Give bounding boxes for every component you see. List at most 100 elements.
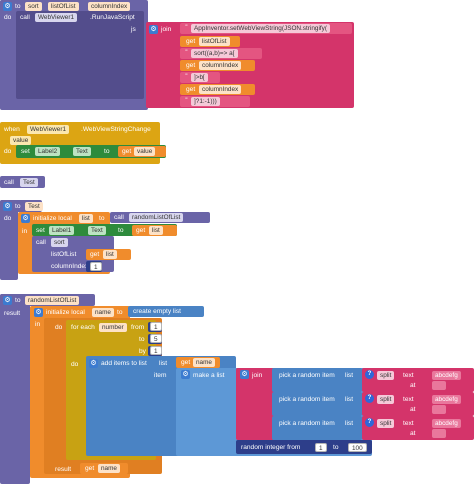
number-field[interactable]: 1 — [90, 262, 102, 271]
procedure-name-field[interactable]: randomListOfList — [25, 296, 80, 305]
gear-icon[interactable]: ⚙ — [181, 370, 190, 379]
procedure-dropdown[interactable]: randomListOfList — [129, 213, 184, 222]
component-dropdown[interactable]: WebViewer1 — [35, 13, 77, 22]
procedure-dropdown[interactable]: Test — [20, 178, 38, 187]
join-label: join — [161, 26, 172, 33]
list-label: list — [159, 360, 168, 367]
number-field[interactable]: 100 — [348, 443, 367, 452]
to-label: to — [15, 203, 21, 210]
at-label: at — [410, 430, 416, 437]
number-field[interactable]: 1 — [150, 322, 162, 331]
do-label: do — [4, 148, 12, 155]
empty-string-field[interactable] — [432, 405, 446, 414]
result-label: result — [4, 310, 21, 317]
get-label: get — [122, 148, 132, 155]
procedure-dropdown[interactable]: sort — [51, 238, 68, 247]
number-field[interactable]: 5 — [150, 334, 162, 343]
loop-var-field[interactable]: number — [99, 323, 127, 332]
to-label: to — [139, 336, 145, 343]
number-field[interactable]: 1 — [150, 346, 162, 355]
number-field[interactable]: 1 — [315, 443, 327, 452]
get-label: get — [186, 38, 196, 45]
set-prop-dropdown[interactable]: Text — [88, 226, 106, 235]
get-label: get — [85, 465, 95, 472]
param-value[interactable]: value — [10, 136, 32, 145]
get-var-dropdown[interactable]: list — [149, 226, 163, 235]
create-empty-label: create empty list — [133, 308, 182, 315]
get-var-dropdown[interactable]: name — [193, 358, 215, 367]
get-var-dropdown[interactable]: columnIndex — [199, 85, 242, 94]
random-integer-label: random integer from — [241, 444, 301, 451]
procedure-name-field[interactable]: Test — [25, 202, 43, 211]
component-dropdown[interactable]: WebViewer1 — [27, 125, 69, 134]
string-4[interactable]: ]?1:-1))) — [191, 97, 220, 106]
do-label: do — [4, 215, 12, 222]
from-label: from — [131, 324, 145, 331]
local-var-field[interactable]: list — [79, 214, 93, 223]
string-field[interactable]: abcdefg — [432, 419, 461, 428]
procedure-name-field[interactable]: sort — [25, 2, 42, 11]
make-list-label: make a list — [193, 372, 225, 379]
gear-icon[interactable]: ⚙ — [149, 25, 158, 34]
get-var-dropdown[interactable]: list — [103, 250, 117, 259]
call-label: call — [20, 14, 30, 21]
to-label: to — [117, 309, 123, 316]
param-listOfList[interactable]: listOfList — [48, 2, 79, 11]
get-var-dropdown[interactable]: value — [134, 147, 156, 156]
help-icon[interactable]: ? — [365, 394, 374, 403]
string-3[interactable]: ]>b[ — [191, 73, 208, 82]
item-label: item — [154, 372, 167, 379]
do-label: do — [55, 324, 63, 331]
get-label: get — [90, 251, 100, 258]
param-label: columnIndex — [51, 263, 89, 270]
string-1[interactable]: AppInventor.setWebViewString(JSON.string… — [191, 24, 330, 33]
get-label: get — [181, 359, 191, 366]
set-target-dropdown[interactable]: Label1 — [49, 226, 75, 235]
get-var-dropdown[interactable]: name — [98, 464, 120, 473]
when-label: when — [4, 126, 20, 133]
empty-string-field[interactable] — [432, 429, 446, 438]
to-label: to — [15, 3, 21, 10]
split-dropdown[interactable]: split — [377, 371, 395, 380]
text-label: text — [403, 396, 414, 403]
do-label: do — [4, 14, 12, 21]
string-2[interactable]: sort((a,b)=> a[ — [191, 49, 238, 58]
in-label: in — [35, 321, 41, 328]
gear-icon[interactable]: ⚙ — [3, 202, 12, 211]
text-label: text — [403, 372, 414, 379]
help-icon[interactable]: ? — [365, 370, 374, 379]
set-target-dropdown[interactable]: Label2 — [35, 147, 61, 156]
param-columnIndex[interactable]: columnIndex — [88, 2, 131, 11]
init-label: initialize local — [33, 215, 72, 222]
gear-icon[interactable]: ⚙ — [34, 308, 43, 317]
call-label: call — [114, 214, 124, 221]
split-dropdown[interactable]: split — [377, 419, 395, 428]
help-icon[interactable]: ? — [365, 418, 374, 427]
gear-icon[interactable]: ⚙ — [240, 370, 249, 379]
text-label: text — [403, 420, 414, 427]
string-field[interactable]: abcdefg — [432, 371, 461, 380]
js-label: js — [131, 26, 136, 33]
to-label: to — [104, 148, 110, 155]
set-label: set — [36, 227, 45, 234]
call-runjavascript-block[interactable] — [16, 11, 144, 99]
randomlistoflist-procedure-block[interactable] — [0, 294, 30, 484]
pick-label: pick a random item — [279, 372, 335, 379]
gear-icon[interactable]: ⚙ — [3, 296, 12, 305]
quote-icon: " — [185, 25, 188, 31]
empty-string-field[interactable] — [432, 381, 446, 390]
split-dropdown[interactable]: split — [377, 395, 395, 404]
gear-icon[interactable]: ⚙ — [21, 214, 30, 223]
string-field[interactable]: abcdefg — [432, 395, 461, 404]
local-var-field[interactable]: name — [92, 308, 114, 317]
list-label: list — [345, 420, 354, 427]
test-procedure-block[interactable] — [0, 200, 18, 280]
get-var-dropdown[interactable]: listOfList — [199, 37, 230, 46]
gear-icon[interactable]: ⚙ — [3, 2, 12, 11]
get-var-dropdown[interactable]: columnIndex — [199, 61, 242, 70]
set-prop-dropdown[interactable]: Text — [73, 147, 91, 156]
at-label: at — [410, 382, 416, 389]
call-label: call — [36, 239, 46, 246]
gear-icon[interactable]: ⚙ — [89, 359, 98, 368]
in-label: in — [22, 228, 28, 235]
